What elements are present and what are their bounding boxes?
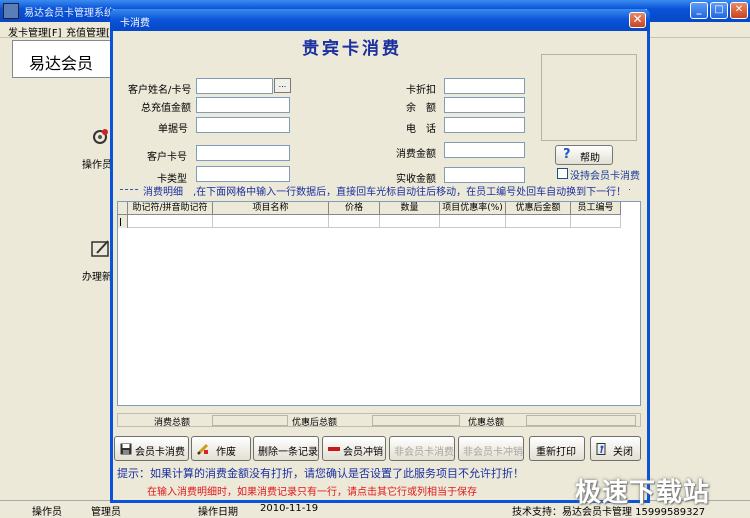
dialog-close-icon[interactable]: ✕ [629, 12, 646, 28]
grid-col-item-name[interactable]: 项目名称 [213, 202, 329, 215]
total-recharge-input[interactable] [196, 97, 290, 113]
non-member-consume-button[interactable]: 非会员卡消费 [389, 436, 455, 461]
help-button-label: 帮助 [580, 153, 600, 164]
app-icon [3, 3, 19, 19]
delete-record-button[interactable]: 删除一条记录 [253, 436, 319, 461]
status-date-label: 操作日期 [198, 507, 238, 518]
grid-cell[interactable] [440, 215, 506, 228]
customer-photo [541, 54, 637, 141]
card-discount-label: 卡折扣 [406, 85, 436, 96]
total-recharge-label: 总充值金额 [141, 103, 191, 114]
side-item-new-card[interactable]: 办理新 [82, 268, 112, 283]
close-button-label: 关闭 [613, 447, 633, 458]
member-reversal-button[interactable]: 会员冲销 [322, 436, 386, 461]
banner-text: 易达会员 [29, 54, 94, 73]
after-discount-total-value [372, 415, 460, 426]
watermark-text: 极速下载站 [575, 478, 711, 508]
close-button[interactable]: 关闭 [590, 436, 641, 461]
total-consumption-value [212, 415, 288, 426]
after-discount-total-label: 优惠后总额 [292, 418, 338, 428]
grid-cell[interactable] [329, 215, 380, 228]
minus-icon [328, 447, 340, 451]
grid-col-discounted-amount[interactable]: 优惠后金额 [506, 202, 571, 215]
grid-cell[interactable] [128, 215, 213, 228]
consumption-amount-input[interactable] [444, 142, 525, 158]
balance-input[interactable] [444, 97, 525, 113]
receipt-number-input[interactable] [196, 117, 290, 133]
phone-label: 电 话 [406, 124, 436, 135]
grid-col-staff-id[interactable]: 员工编号 [571, 202, 621, 215]
discount-total-label: 优惠总额 [468, 418, 505, 428]
dialog-title: 卡消费 [120, 18, 150, 29]
no-card-checkbox[interactable] [557, 168, 568, 179]
grid-col-price[interactable]: 价格 [329, 202, 380, 215]
dialog-title-bar: 卡消费 ✕ [110, 9, 650, 31]
exit-icon [596, 443, 606, 455]
non-member-consume-label: 非会员卡消费 [394, 447, 454, 458]
maximize-icon[interactable]: □ [710, 2, 728, 19]
menu-card-management[interactable]: 发卡管理[F] [8, 24, 62, 39]
minimize-icon[interactable]: _ [690, 2, 708, 19]
grid-col-mnemonic[interactable]: 助记符/拼音助记符 [128, 202, 213, 215]
grid-col-discount-rate[interactable]: 项目优惠率(%) [440, 202, 506, 215]
customer-name-input[interactable] [196, 78, 273, 94]
card-type-input[interactable] [196, 166, 290, 182]
void-button[interactable]: 作废 [191, 436, 251, 461]
delete-record-label: 删除一条记录 [258, 447, 318, 458]
receipt-number-label: 单据号 [158, 124, 188, 135]
member-reversal-label: 会员冲销 [343, 447, 383, 458]
non-member-reversal-label: 非会员卡冲销 [463, 447, 523, 458]
customer-card-label: 客户卡号 [147, 152, 187, 163]
grid-cell[interactable] [213, 215, 329, 228]
question-icon: ? [563, 147, 571, 162]
pencil-icon [197, 443, 209, 455]
tip-save: 在输入消费明细时，如果消费记录只有一行，请点击其它行或列相当于保存 [147, 487, 477, 498]
no-card-checkbox-label[interactable]: 没持会员卡消费 [570, 167, 640, 182]
grid-cell[interactable] [380, 215, 440, 228]
card-edit-icon[interactable] [90, 238, 112, 260]
notice-text: 消费明细 ,在下面网格中输入一行数据后，直接回车光标自动往后移动，在员工编号处回… [140, 183, 630, 198]
consumption-grid[interactable]: 助记符/拼音助记符 项目名称 价格 数量 项目优惠率(%) 优惠后金额 员工编号 [117, 201, 641, 406]
customer-name-label: 客户姓名/卡号 [128, 85, 192, 96]
status-operator-value: 管理员 [91, 507, 121, 518]
lookup-button[interactable]: ... [274, 78, 291, 93]
reprint-label: 重新打印 [536, 447, 576, 458]
main-window-title: 易达会员卡管理系统 [24, 8, 114, 19]
text-cursor [120, 218, 121, 226]
totals-bar: 消费总额 优惠后总额 优惠总额 [117, 413, 641, 428]
tip-discount: 提示：如果计算的消费金额没有打折，请您确认是否设置了此服务项目不允许打折！ [117, 467, 524, 480]
row-indicator [118, 215, 128, 228]
non-member-reversal-button[interactable]: 非会员卡冲销 [458, 436, 524, 461]
grid-cell[interactable] [506, 215, 571, 228]
consumption-amount-label: 消费金额 [396, 149, 436, 160]
actual-amount-input[interactable] [444, 167, 525, 183]
status-date-value: 2010-11-19 [260, 503, 319, 514]
close-icon[interactable]: ✕ [730, 2, 748, 19]
member-card-consume-label: 会员卡消费 [135, 447, 185, 458]
card-discount-input[interactable] [444, 78, 525, 94]
dialog-heading: 贵宾卡消费 [302, 39, 402, 59]
grid-row[interactable] [118, 215, 621, 228]
reprint-button[interactable]: 重新打印 [529, 436, 585, 461]
grid-cell[interactable] [571, 215, 621, 228]
main-banner: 易达会员 [12, 40, 112, 78]
grid-col-quantity[interactable]: 数量 [380, 202, 440, 215]
operator-icon[interactable] [90, 126, 112, 148]
side-item-operator[interactable]: 操作员 [82, 156, 112, 171]
grid-corner [118, 202, 128, 215]
member-card-consume-button[interactable]: 会员卡消费 [114, 436, 189, 461]
help-button[interactable]: ? 帮助 [555, 145, 613, 165]
save-icon [120, 443, 132, 455]
balance-label: 余 额 [406, 103, 436, 114]
void-label: 作废 [216, 447, 236, 458]
status-operator-label: 操作员 [32, 507, 62, 518]
total-consumption-label: 消费总额 [154, 418, 191, 428]
phone-input[interactable] [444, 117, 525, 133]
discount-total-value [526, 415, 636, 426]
customer-card-input[interactable] [196, 145, 290, 161]
